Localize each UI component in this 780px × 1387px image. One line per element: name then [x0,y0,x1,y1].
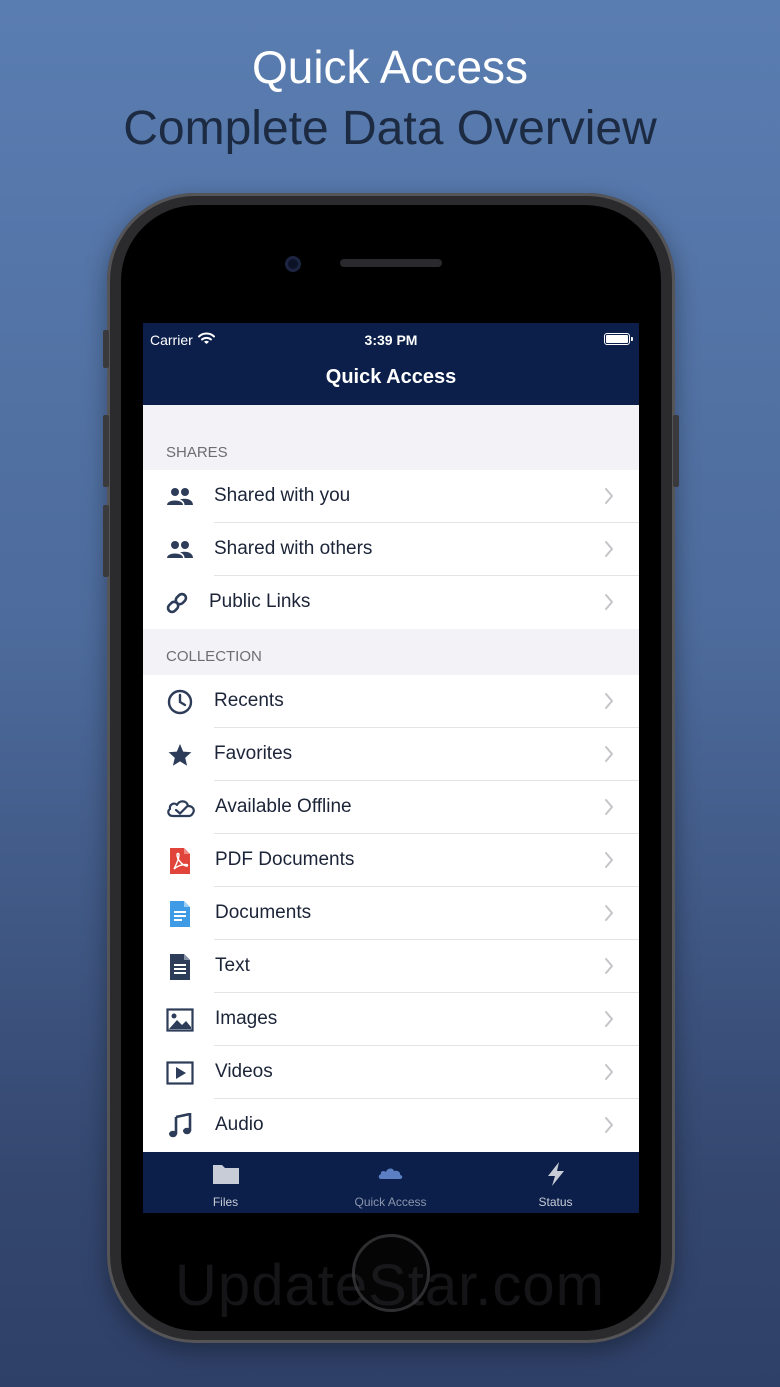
star-icon [166,742,194,768]
tab-quick-access[interactable]: Quick Access [308,1152,473,1213]
list-item-shared-with-you[interactable]: Shared with you [143,470,639,523]
link-icon [163,590,191,616]
list-item-label: Text [215,955,250,976]
phone-volume-down [103,505,109,577]
app-screen: Carrier 3:39 PM Quick Access SHARES Shar… [143,323,639,1213]
phone-mute-switch [103,330,109,368]
headline-line-1: Quick Access [251,41,529,93]
list-item-pdf-documents[interactable]: PDF Documents [143,834,639,887]
status-time: 3:39 PM [364,332,418,348]
front-camera [285,256,301,272]
people-icon [166,484,194,510]
chevron-right-icon [605,1117,613,1133]
tab-label: Files [212,1195,239,1209]
list-item-label: Images [215,1008,278,1029]
cloud-check-icon [165,795,197,821]
list-item-label: Documents [215,902,312,923]
list-item-label: Videos [215,1061,273,1082]
chevron-right-icon [605,1011,613,1027]
music-note-icon [166,1113,194,1139]
text-file-icon [166,954,194,980]
status-bar: Carrier 3:39 PM [143,323,639,357]
tab-label: Quick Access [354,1195,427,1209]
list-item-label: PDF Documents [215,849,355,870]
list-item-favorites[interactable]: Favorites [143,728,639,781]
list-item-available-offline[interactable]: Available Offline [143,781,639,834]
chevron-right-icon [605,958,613,974]
chevron-right-icon [605,693,613,709]
document-icon [166,901,194,927]
chevron-right-icon [605,746,613,762]
list-item-public-links[interactable]: Public Links [143,576,639,629]
chevron-right-icon [605,488,613,504]
battery-icon [604,333,633,345]
chevron-right-icon [605,905,613,921]
headline-line-2: Complete Data Overview [123,102,657,155]
cloud-icon [308,1161,473,1189]
video-icon [166,1060,194,1086]
pdf-icon [166,848,194,874]
tab-bar: Files Quick Access Status [143,1152,639,1213]
image-icon [166,1007,194,1033]
section-header-collection: COLLECTION [166,648,262,665]
list-item-audio[interactable]: Audio [143,1099,639,1152]
list-item-documents[interactable]: Documents [143,887,639,940]
shares-list: Shared with you Shared with others Publi… [143,470,639,629]
list-item-label: Recents [214,690,284,711]
chevron-right-icon [605,594,613,610]
phone-power-button [673,415,679,487]
list-item-recents[interactable]: Recents [143,675,639,728]
list-item-label: Favorites [214,743,293,764]
phone-volume-up [103,415,109,487]
list-item-text[interactable]: Text [143,940,639,993]
collection-list: Recents Favorites Available Offline PDF … [143,675,639,1152]
chevron-right-icon [605,541,613,557]
list-item-label: Shared with others [214,538,373,559]
tab-label: Status [538,1195,573,1209]
list-item-label: Audio [215,1114,264,1135]
list-item-label: Shared with you [214,485,351,506]
list-item-images[interactable]: Images [143,993,639,1046]
people-icon [166,537,194,563]
folder-icon [143,1161,308,1189]
chevron-right-icon [605,799,613,815]
tab-files[interactable]: Files [143,1152,308,1213]
nav-title: Quick Access [143,357,639,405]
list-item-label: Public Links [209,591,311,612]
chevron-right-icon [605,852,613,868]
tab-status[interactable]: Status [473,1152,638,1213]
list-item-shared-with-others[interactable]: Shared with others [143,523,639,576]
bolt-icon [473,1161,638,1189]
list-item-videos[interactable]: Videos [143,1046,639,1099]
earpiece-speaker [340,259,442,267]
chevron-right-icon [605,1064,613,1080]
clock-icon [166,689,194,715]
list-item-label: Available Offline [215,796,352,817]
watermark: UpdateStar.com [175,1253,605,1318]
